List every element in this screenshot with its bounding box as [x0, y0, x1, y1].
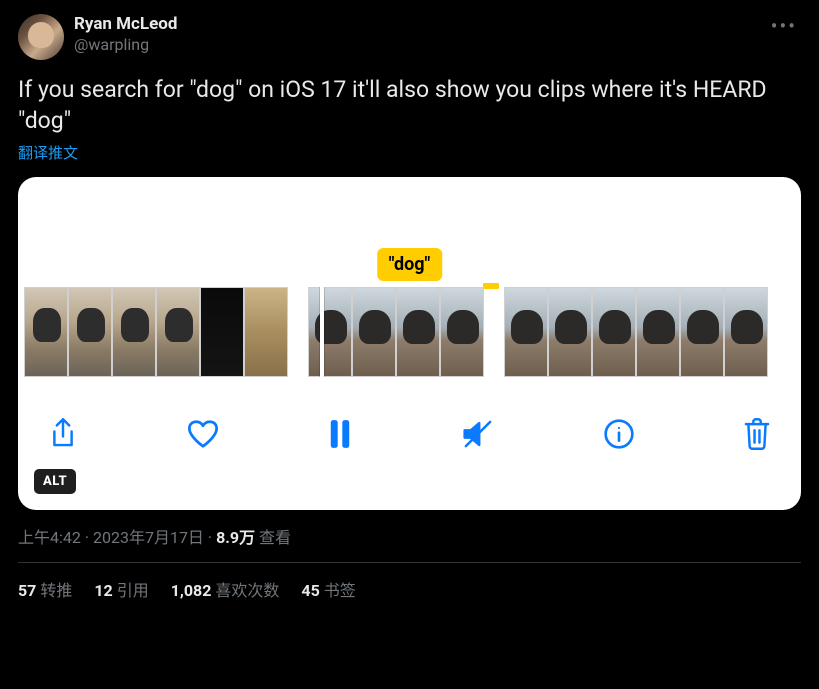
heart-icon	[186, 419, 220, 449]
trash-icon	[743, 418, 771, 450]
like-button[interactable]	[186, 419, 220, 449]
clip-thumbnail	[396, 287, 440, 377]
info-button[interactable]	[603, 418, 635, 450]
clip-group-3	[504, 287, 768, 377]
translate-link[interactable]: 翻译推文	[18, 142, 78, 163]
author-name: Ryan McLeod	[74, 14, 177, 35]
clip-thumbnail	[680, 287, 724, 377]
media-toolbar	[18, 377, 801, 467]
views-count: 8.9万	[216, 528, 255, 547]
tweet-meta: 上午4:42 · 2023年7月17日 · 8.9万 查看	[18, 524, 801, 548]
clip-group-2	[308, 287, 484, 377]
author-block[interactable]: Ryan McLeod @warpling	[74, 14, 177, 55]
playhead-tick	[483, 283, 499, 289]
views-label: 查看	[259, 528, 291, 547]
playhead-indicator[interactable]	[320, 287, 324, 377]
retweets-stat[interactable]: 57转推	[18, 577, 72, 601]
more-options-button[interactable]: •••	[767, 14, 801, 38]
tweet-time[interactable]: 上午4:42	[18, 528, 81, 547]
clip-thumbnail	[504, 287, 548, 377]
video-filmstrip[interactable]	[18, 287, 801, 377]
pause-button[interactable]	[328, 419, 352, 449]
ellipsis-icon: •••	[771, 14, 797, 38]
search-keyword-badge: "dog"	[377, 248, 443, 281]
media-preview-top: "dog"	[18, 177, 801, 287]
divider	[18, 562, 801, 563]
clip-thumbnail	[308, 287, 352, 377]
clip-thumbnail	[112, 287, 156, 377]
clip-thumbnail	[68, 287, 112, 377]
bookmarks-stat[interactable]: 45书签	[301, 577, 355, 601]
author-handle: @warpling	[74, 35, 177, 55]
clip-group-1	[24, 287, 288, 377]
tweet-container: Ryan McLeod @warpling ••• If you search …	[0, 0, 819, 611]
media-attachment[interactable]: "dog"	[18, 177, 801, 510]
mute-button[interactable]	[461, 419, 495, 449]
clip-thumbnail	[200, 287, 244, 377]
avatar[interactable]	[18, 14, 64, 60]
clip-thumbnail	[592, 287, 636, 377]
clip-thumbnail	[440, 287, 484, 377]
clip-thumbnail	[24, 287, 68, 377]
clip-thumbnail	[724, 287, 768, 377]
clip-thumbnail	[548, 287, 592, 377]
clip-thumbnail	[636, 287, 680, 377]
clip-thumbnail	[244, 287, 288, 377]
clip-thumbnail	[156, 287, 200, 377]
alt-badge[interactable]: ALT	[34, 469, 76, 494]
tweet-stats: 57转推 12引用 1,082喜欢次数 45书签	[18, 577, 801, 601]
quotes-stat[interactable]: 12引用	[94, 577, 148, 601]
likes-stat[interactable]: 1,082喜欢次数	[171, 577, 280, 601]
tweet-header: Ryan McLeod @warpling •••	[18, 14, 801, 60]
delete-button[interactable]	[743, 418, 771, 450]
pause-icon	[328, 419, 352, 449]
info-icon	[603, 418, 635, 450]
share-button[interactable]	[48, 418, 78, 450]
clip-thumbnail	[352, 287, 396, 377]
tweet-date[interactable]: 2023年7月17日	[93, 528, 204, 547]
share-icon	[48, 418, 78, 450]
volume-mute-icon	[461, 419, 495, 449]
tweet-text: If you search for "dog" on iOS 17 it'll …	[18, 74, 801, 136]
